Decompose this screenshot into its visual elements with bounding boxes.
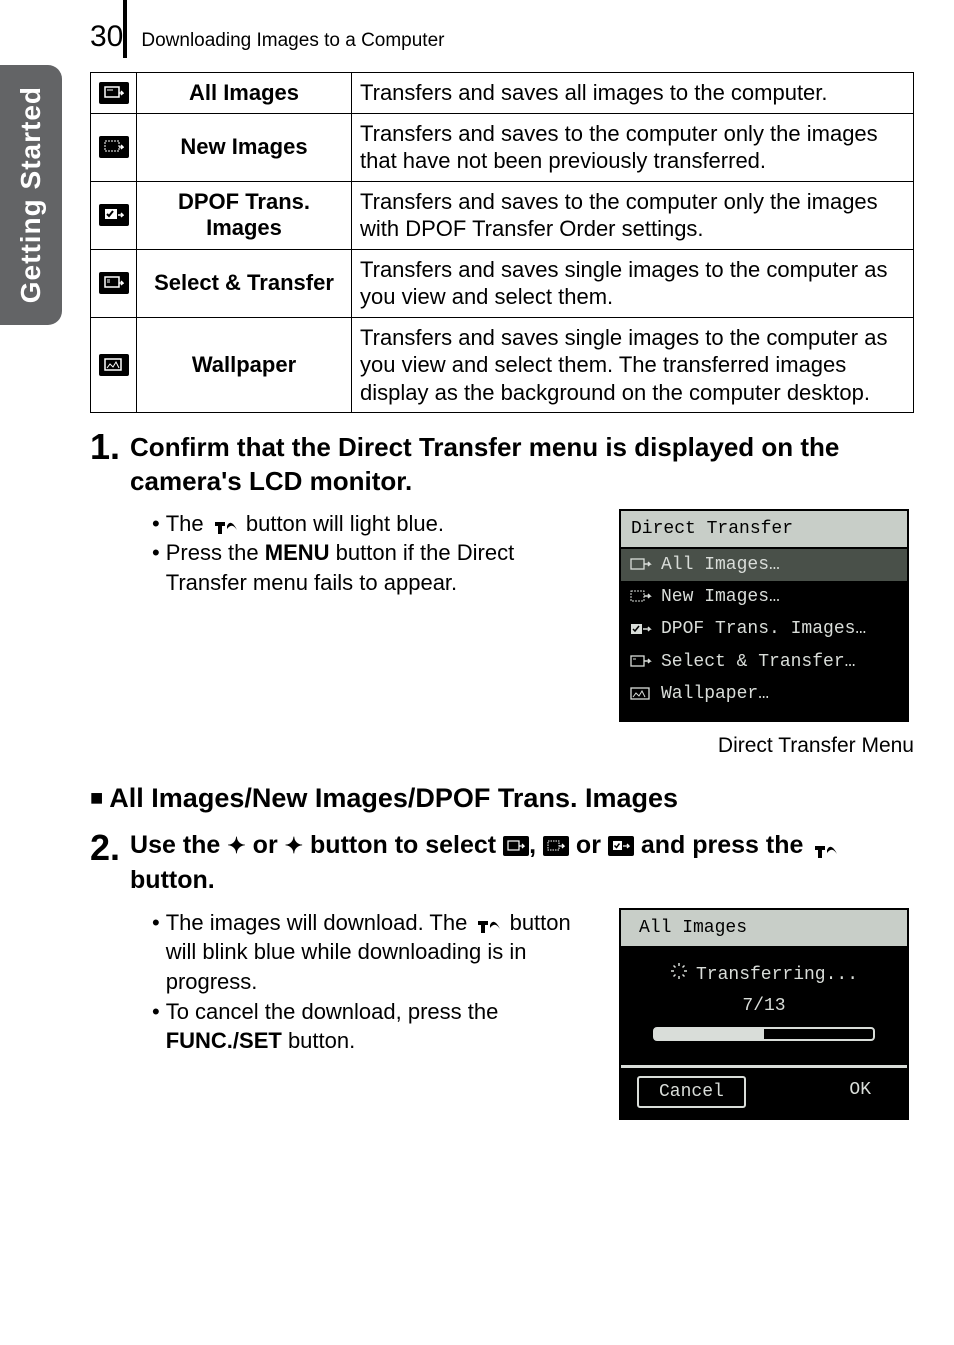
text: To cancel the download, press the — [166, 999, 499, 1024]
busy-icon — [670, 962, 688, 988]
all-images-icon — [99, 82, 129, 104]
option-label: Select & Transfer — [137, 249, 352, 317]
up-arrow-icon: ✦ — [227, 833, 245, 858]
cancel-button[interactable]: Cancel — [637, 1076, 746, 1108]
table-row: Wallpaper Transfers and saves single ima… — [91, 317, 914, 413]
text: The — [166, 511, 210, 536]
step-title: Use the ✦ or ✦ button to select , or and… — [130, 828, 914, 898]
option-label: Wallpaper — [137, 317, 352, 413]
text: Use the — [130, 831, 227, 859]
page-header: 30 Downloading Images to a Computer — [90, 20, 914, 54]
sidebar-label: Getting Started — [15, 86, 47, 303]
print-share-icon — [473, 915, 503, 933]
table-row: DPOF Trans.Images Transfers and saves to… — [91, 181, 914, 249]
lcd-menu-item: Select & Transfer… — [621, 646, 907, 678]
section-heading: ■All Images/New Images/DPOF Trans. Image… — [90, 783, 914, 814]
text: or — [246, 831, 285, 859]
print-share-icon — [210, 516, 240, 534]
text: button. — [282, 1028, 355, 1053]
text: button will light blue. — [246, 511, 444, 536]
lcd-item-label: Select & Transfer… — [661, 650, 855, 674]
option-desc: Transfers and saves single images to the… — [352, 317, 914, 413]
text: button to select — [303, 831, 503, 859]
lcd-menu-item: DPOF Trans. Images… — [621, 613, 907, 645]
step-1: 1. Confirm that the Direct Transfer menu… — [90, 427, 914, 499]
transferring-label: Transferring... — [696, 963, 858, 987]
lcd-item-label: DPOF Trans. Images… — [661, 617, 866, 641]
select-transfer-icon — [629, 654, 653, 670]
print-share-icon — [810, 837, 840, 855]
text: button. — [130, 866, 215, 894]
lcd-item-label: All Images… — [661, 553, 780, 577]
table-row: New Images Transfers and saves to the co… — [91, 113, 914, 181]
lcd-transfer-screen: All Images Transferring... 7/13 Cancel O… — [619, 908, 909, 1120]
step-number: 1. — [90, 429, 120, 499]
lcd-caption: Direct Transfer Menu — [619, 732, 914, 760]
progress-count: 7/13 — [633, 994, 895, 1018]
dpof-icon — [608, 836, 634, 856]
step1-bullets: • The button will light blue. • Press th… — [152, 509, 599, 761]
table-row: All Images Transfers and saves all image… — [91, 73, 914, 114]
page-title: Downloading Images to a Computer — [141, 30, 444, 52]
lcd-title: Direct Transfer — [621, 511, 907, 549]
menu-button-label: MENU — [265, 540, 330, 565]
text: , — [529, 831, 543, 859]
step-number: 2. — [90, 830, 120, 898]
lcd-menu-item: Wallpaper… — [621, 678, 907, 710]
all-images-icon — [629, 557, 653, 573]
text: or — [569, 831, 608, 859]
ok-button[interactable]: OK — [829, 1076, 891, 1108]
page-number: 30 — [90, 20, 123, 54]
option-desc: Transfers and saves to the computer only… — [352, 113, 914, 181]
func-set-label: FUNC./SET — [166, 1028, 282, 1053]
section-heading-text: All Images/New Images/DPOF Trans. Images — [109, 783, 678, 813]
wallpaper-icon — [99, 354, 129, 376]
lcd-menu-item: New Images… — [621, 581, 907, 613]
wallpaper-icon — [629, 686, 653, 702]
text: Press the — [166, 540, 265, 565]
option-desc: Transfers and saves all images to the co… — [352, 73, 914, 114]
lcd-item-label: New Images… — [661, 585, 780, 609]
lcd-menu-item: All Images… — [621, 549, 907, 581]
dpof-icon — [99, 204, 129, 226]
dpof-icon — [629, 622, 653, 638]
lcd-item-label: Wallpaper… — [661, 682, 769, 706]
step2-bullets: • The images will download. The button w… — [152, 908, 599, 1120]
text: and press the — [634, 831, 810, 859]
select-transfer-icon — [99, 272, 129, 294]
lcd-transfer-title: All Images — [639, 916, 747, 940]
option-desc: Transfers and saves single images to the… — [352, 249, 914, 317]
new-images-icon — [99, 136, 129, 158]
new-images-icon — [543, 836, 569, 856]
option-label: DPOF Trans.Images — [137, 181, 352, 249]
option-desc: Transfers and saves to the computer only… — [352, 181, 914, 249]
option-label: All Images — [137, 73, 352, 114]
step-2: 2. Use the ✦ or ✦ button to select , or … — [90, 828, 914, 898]
new-images-icon — [629, 589, 653, 605]
progress-bar — [653, 1027, 875, 1041]
options-table: All Images Transfers and saves all image… — [90, 72, 914, 413]
sidebar-tab: Getting Started — [0, 65, 62, 325]
all-images-icon — [503, 836, 529, 856]
step-title: Confirm that the Direct Transfer menu is… — [130, 431, 914, 499]
text: The images will download. The — [166, 910, 474, 935]
option-label: New Images — [137, 113, 352, 181]
down-arrow-icon: ✦ — [285, 833, 303, 858]
lcd-direct-transfer: Direct Transfer All Images… New Images… … — [619, 509, 909, 723]
table-row: Select & Transfer Transfers and saves si… — [91, 249, 914, 317]
